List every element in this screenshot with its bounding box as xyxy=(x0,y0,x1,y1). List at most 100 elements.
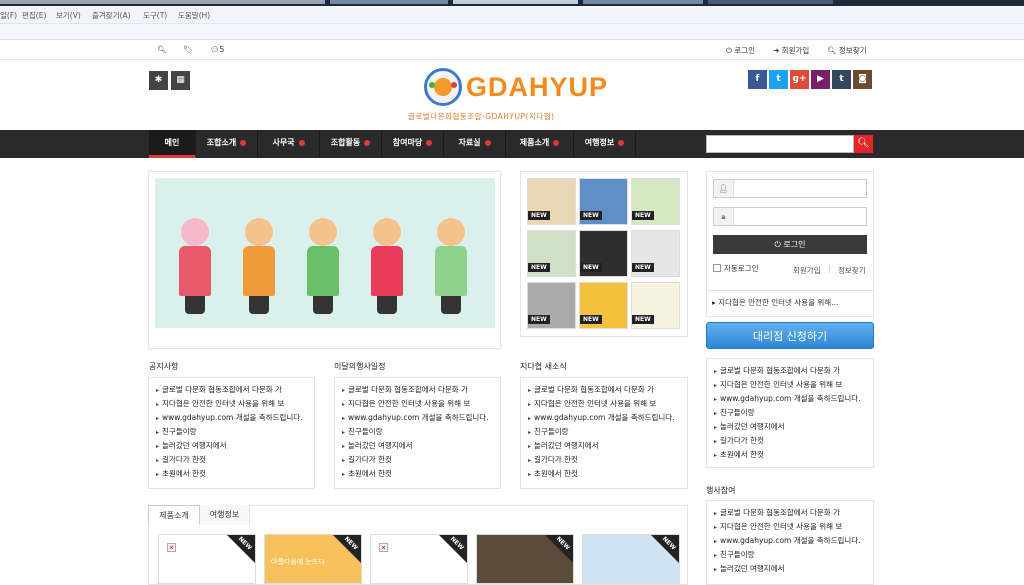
list-item[interactable]: 글로벌 다문화 협동조합에서 다문화 가 xyxy=(335,383,500,397)
list-item[interactable]: 지다협은 안전한 인터넷 사용을 위해 보 xyxy=(707,520,873,534)
tumblr-icon[interactable]: t xyxy=(832,70,851,89)
logo-text[interactable]: GDAHYUP xyxy=(466,72,608,103)
list-item[interactable]: 친구들이랑 xyxy=(149,425,314,439)
list-item[interactable]: 길가다가 한컷 xyxy=(335,453,500,467)
login-button[interactable]: ⏻ 로그인 xyxy=(713,235,867,254)
separator: | xyxy=(828,264,831,273)
list-item[interactable]: www.gdahyup.com 개설을 축하드립니다. xyxy=(149,411,314,425)
password-field[interactable]: 🔒︎ xyxy=(713,207,867,226)
slider-image[interactable] xyxy=(155,178,495,328)
nav-item[interactable]: 조합소개 xyxy=(196,130,258,158)
task-tab[interactable] xyxy=(583,0,703,4)
gallery-thumb[interactable]: NEW xyxy=(527,230,576,277)
signup-link[interactable]: ➜ 회원가입 xyxy=(773,45,809,56)
login-link[interactable]: ⏻ 로그인 xyxy=(726,45,755,56)
list-item[interactable]: 친구들이랑 xyxy=(521,425,687,439)
twitter-icon[interactable]: t xyxy=(769,70,788,89)
menu-help[interactable]: 도움말(H) xyxy=(178,10,210,21)
list-item[interactable]: 길가다가 한컷 xyxy=(707,434,873,448)
menu-view[interactable]: 보기(V) xyxy=(56,10,81,21)
list-item[interactable]: 글로벌 다문화 협동조합에서 다문화 가 xyxy=(521,383,687,397)
product-card[interactable]: 아름다움에 눈뜨다 NEW xyxy=(264,534,362,584)
list-item[interactable]: 초원에서 한컷 xyxy=(149,467,314,481)
list-item[interactable]: 초원에서 한컷 xyxy=(335,467,500,481)
nav-item[interactable]: 여행정보 xyxy=(574,130,636,158)
nav-item[interactable]: 자료실 xyxy=(444,130,506,158)
username-field[interactable]: 👤︎ xyxy=(713,179,867,198)
comments-link[interactable]: 💬︎5 xyxy=(210,45,224,54)
tab-travel[interactable]: 여행정보 xyxy=(200,505,250,525)
gallery-thumb[interactable]: NEW xyxy=(527,178,576,225)
list-item[interactable]: 지다협은 안전한 인터넷 사용을 위해 보 xyxy=(335,397,500,411)
list-item[interactable]: 놀러갔던 여행지에서 xyxy=(335,439,500,453)
instagram-icon[interactable]: ◙ xyxy=(853,70,872,89)
sidebar-signup-link[interactable]: 회원가입 xyxy=(793,265,821,276)
find-info-link[interactable]: 🔍︎ 정보찾기 xyxy=(827,45,867,56)
list-item[interactable]: 지다협은 안전한 인터넷 사용을 위해 보 xyxy=(521,397,687,411)
grid-icon[interactable]: ▦ xyxy=(171,71,190,90)
gallery-thumb[interactable]: NEW xyxy=(579,282,628,329)
auto-login-checkbox[interactable] xyxy=(713,264,721,272)
gallery-thumb[interactable]: NEW xyxy=(527,282,576,329)
list-item[interactable]: 글로벌 다문화 협동조합에서 다문화 가 xyxy=(707,506,873,520)
bug-icon[interactable]: ✱ xyxy=(149,71,168,90)
menu-favorites[interactable]: 즐겨찾기(A) xyxy=(92,10,131,21)
task-tab[interactable] xyxy=(330,0,448,4)
login-notice[interactable]: ▸ 지다협은 안전한 인터넷 사용을 위해... xyxy=(712,297,838,308)
youtube-icon[interactable]: ▶ xyxy=(811,70,830,89)
list-item[interactable]: 초원에서 한컷 xyxy=(707,448,873,462)
product-card[interactable]: ✕ NEW xyxy=(158,534,256,584)
list-item[interactable]: 초원에서 한컷 xyxy=(521,467,687,481)
list-item[interactable]: 친구들이랑 xyxy=(707,406,873,420)
nav-item[interactable]: 제품소개 xyxy=(506,130,574,158)
gallery-thumb[interactable]: NEW xyxy=(631,282,680,329)
google-plus-icon[interactable]: g+ xyxy=(790,70,809,89)
list-item[interactable]: www.gdahyup.com 개설을 축하드립니다. xyxy=(707,392,873,406)
notice-title[interactable]: 공지사항 xyxy=(149,361,178,372)
agency-apply-button[interactable]: 대리점 신청하기 xyxy=(706,322,874,349)
sidebar-find-link[interactable]: 정보찾기 xyxy=(838,265,866,276)
task-tab[interactable] xyxy=(708,0,833,4)
list-item[interactable]: 글로벌 다문화 협동조합에서 다문화 가 xyxy=(149,383,314,397)
site-search-input[interactable] xyxy=(706,135,854,153)
list-item[interactable]: www.gdahyup.com 개설을 축하드립니다. xyxy=(521,411,687,425)
gallery-thumb[interactable]: NEW xyxy=(579,230,628,277)
nav-item[interactable]: 사무국 xyxy=(258,130,320,158)
task-tab[interactable] xyxy=(453,0,578,4)
nav-item[interactable]: 메인 xyxy=(149,130,196,158)
menu-tools[interactable]: 도구(T) xyxy=(143,10,167,21)
list-item[interactable]: 놀러갔던 여행지에서 xyxy=(707,420,873,434)
news-title[interactable]: 지다협 새소식 xyxy=(520,361,567,372)
list-item[interactable]: 친구들이랑 xyxy=(335,425,500,439)
search-button[interactable]: 🔍︎ xyxy=(854,135,873,153)
product-card[interactable]: NEW xyxy=(476,534,574,584)
list-item[interactable]: www.gdahyup.com 개설을 축하드립니다. xyxy=(707,534,873,548)
list-item[interactable]: 지다협은 안전한 인터넷 사용을 위해 보 xyxy=(149,397,314,411)
list-item[interactable]: 놀러갔던 여행지에서 xyxy=(149,439,314,453)
list-item[interactable]: 길가다가 한컷 xyxy=(149,453,314,467)
list-item[interactable]: 글로벌 다문화 협동조합에서 다문화 가 xyxy=(707,364,873,378)
participation-title[interactable]: 행사참여 xyxy=(706,485,735,496)
task-tab[interactable] xyxy=(0,0,325,4)
list-item[interactable]: 친구들이랑 xyxy=(707,548,873,562)
tab-products[interactable]: 제품소개 xyxy=(148,505,200,525)
list-item[interactable]: 놀러갔던 여행지에서 xyxy=(707,562,873,576)
gallery-thumb[interactable]: NEW xyxy=(631,178,680,225)
gallery-thumb[interactable]: NEW xyxy=(631,230,680,277)
product-card[interactable]: NEW xyxy=(582,534,680,584)
facebook-icon[interactable]: f xyxy=(748,70,767,89)
nav-item[interactable]: 참여마당 xyxy=(382,130,444,158)
product-card[interactable]: ✕ NEW xyxy=(370,534,468,584)
nav-item[interactable]: 조합활동 xyxy=(320,130,382,158)
menu-file[interactable]: 일(F) xyxy=(0,10,17,21)
gallery-thumb[interactable]: NEW xyxy=(579,178,628,225)
list-item[interactable]: 놀러갔던 여행지에서 xyxy=(521,439,687,453)
list-item[interactable]: www.gdahyup.com 개설을 축하드립니다. xyxy=(335,411,500,425)
menu-edit[interactable]: 편집(E) xyxy=(22,10,46,21)
logo-emblem[interactable] xyxy=(424,68,462,106)
list-item[interactable]: 지다협은 안전한 인터넷 사용을 위해 보 xyxy=(707,378,873,392)
schedule-title[interactable]: 이달의행사일정 xyxy=(334,361,386,372)
list-item[interactable]: 길가다가 한컷 xyxy=(521,453,687,467)
tag-icon[interactable]: 🏷︎ xyxy=(183,45,193,54)
search-icon[interactable]: 🔍︎ xyxy=(157,45,167,54)
